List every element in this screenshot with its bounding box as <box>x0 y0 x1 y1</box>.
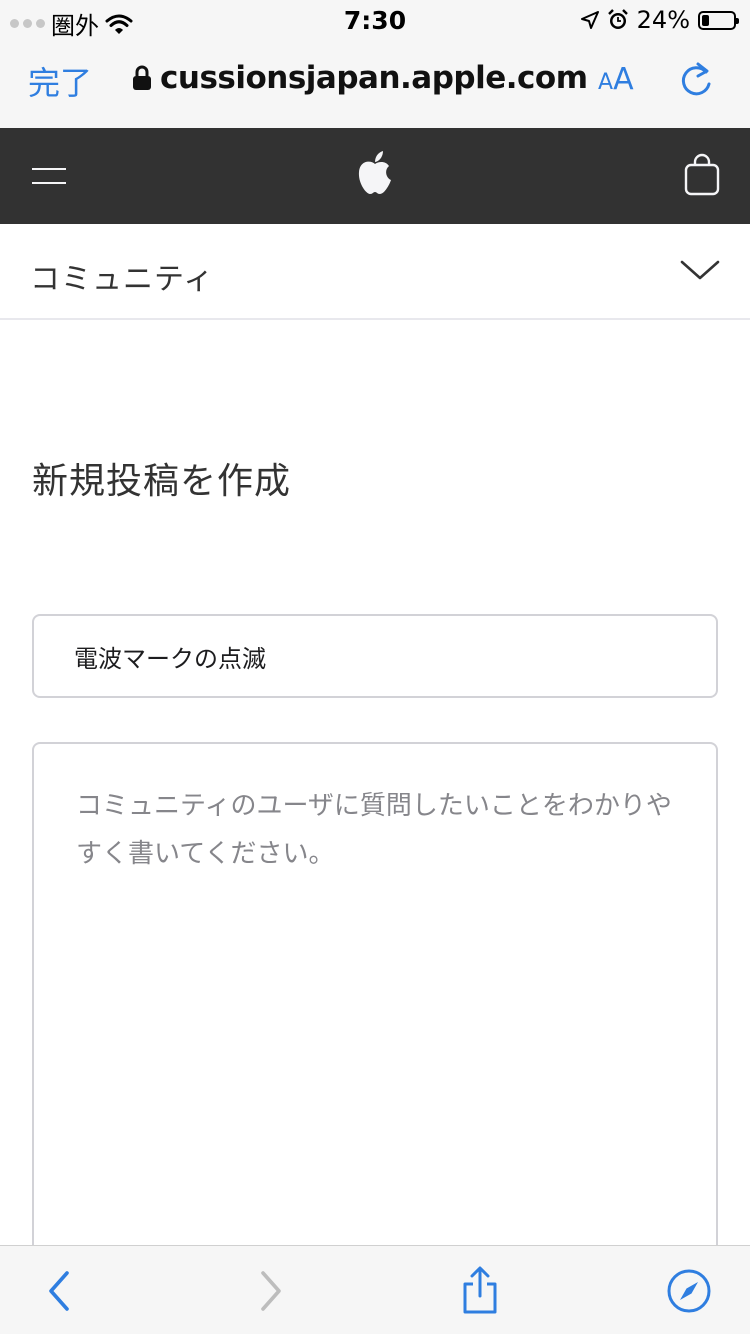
back-button[interactable] <box>34 1266 84 1316</box>
done-button[interactable]: 完了 <box>28 58 92 104</box>
text-size-big-glyph: A <box>613 62 634 97</box>
reload-icon[interactable] <box>676 60 716 100</box>
alarm-icon <box>607 9 628 29</box>
bag-icon[interactable] <box>684 152 720 196</box>
forward-button[interactable] <box>246 1266 296 1316</box>
apple-logo[interactable] <box>356 150 394 196</box>
forward-icon <box>261 1271 281 1311</box>
menu-icon[interactable] <box>32 166 66 188</box>
bookmarks-button[interactable] <box>664 1266 714 1316</box>
post-title-input[interactable] <box>32 614 718 698</box>
url-text: cussionsjapan.apple.com <box>160 60 588 96</box>
compass-icon <box>667 1269 711 1313</box>
address-field[interactable]: cussionsjapan.apple.com <box>132 60 588 96</box>
status-right: 24% <box>580 6 739 34</box>
share-button[interactable] <box>455 1266 505 1316</box>
text-size-small-glyph: A <box>598 70 614 95</box>
battery-fill <box>702 14 709 26</box>
lock-icon <box>133 65 151 90</box>
share-icon <box>463 1266 497 1314</box>
apple-global-nav <box>0 128 750 224</box>
battery-percent: 24% <box>636 6 690 34</box>
location-arrow-icon <box>580 11 599 29</box>
text-size-button[interactable]: AA <box>598 62 634 97</box>
page-title: 新規投稿を作成 <box>32 461 292 502</box>
post-body-textarea[interactable] <box>32 742 718 1302</box>
chevron-down-icon[interactable] <box>680 258 720 282</box>
community-menu[interactable]: コミュニティ <box>0 224 750 320</box>
battery-icon <box>698 10 739 30</box>
status-bar: 圏外 7:30 24% <box>0 0 750 40</box>
browser-url-bar: 完了 cussionsjapan.apple.com AA <box>0 40 750 128</box>
community-label: コミュニティ <box>30 262 215 297</box>
back-icon <box>49 1271 69 1311</box>
browser-toolbar <box>0 1245 750 1334</box>
